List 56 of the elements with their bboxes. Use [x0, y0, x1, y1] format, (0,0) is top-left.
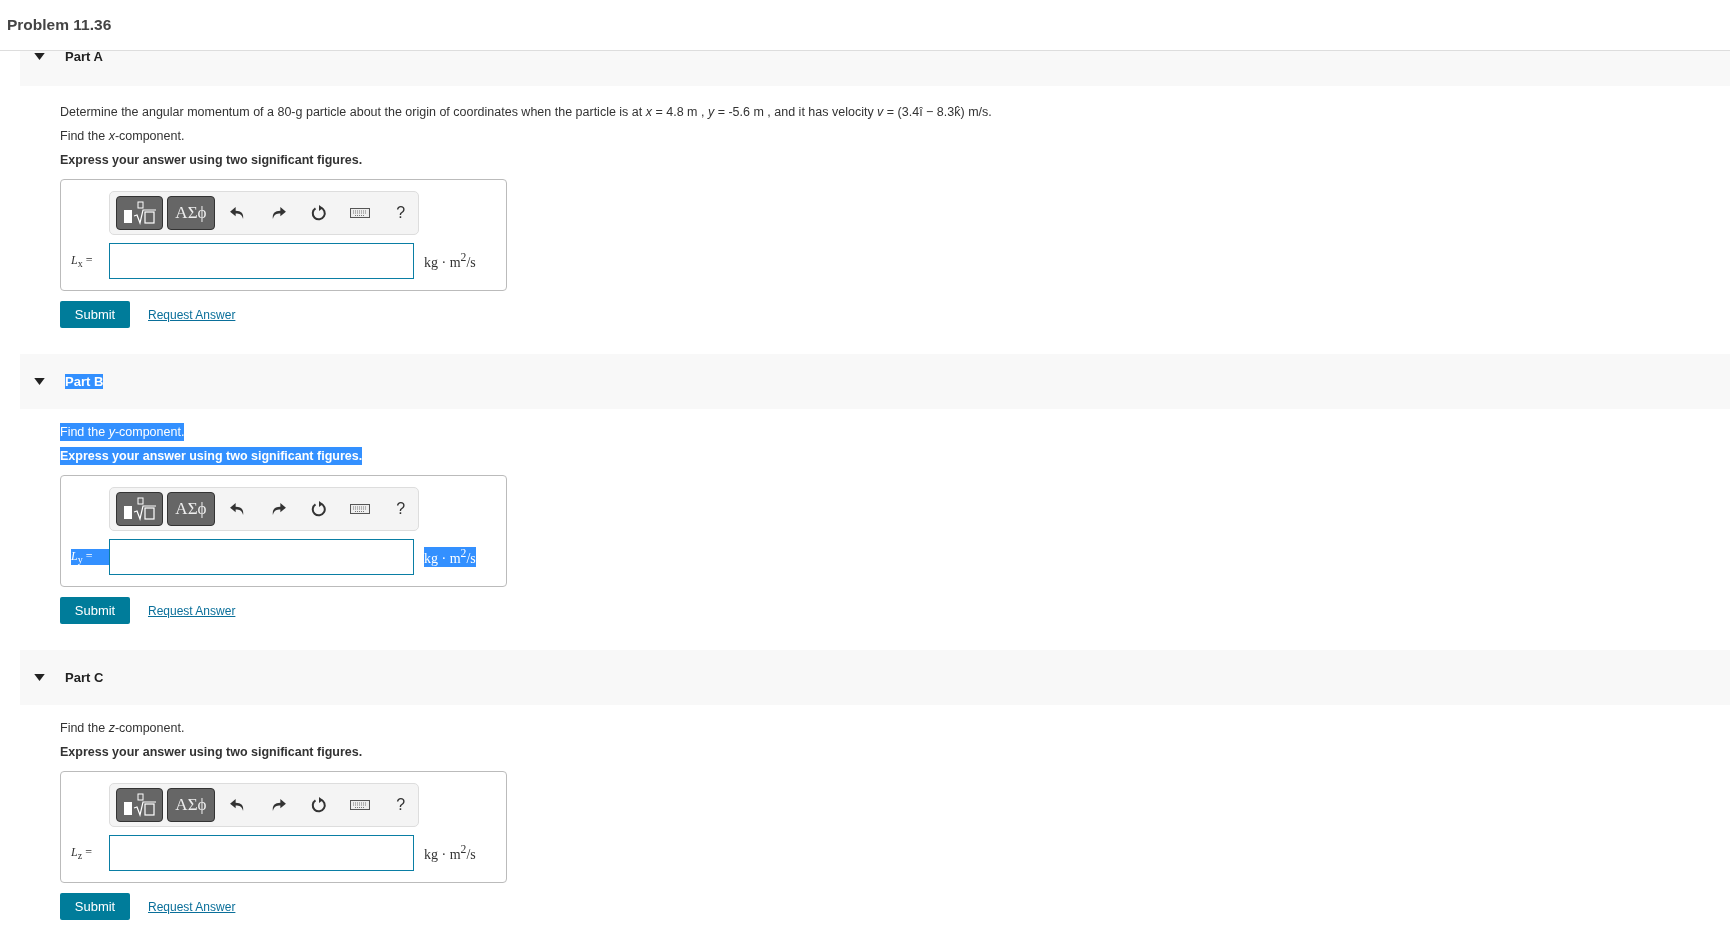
answer-label: L$_{y}$ = — [71, 548, 109, 566]
templates-button[interactable] — [116, 788, 164, 822]
unit-label: kg · m$^{2}$/s — [424, 251, 476, 271]
templates-button[interactable] — [116, 196, 164, 230]
redo-icon — [271, 502, 287, 516]
submit-button[interactable]: Submit — [60, 597, 130, 624]
part-title: Part B — [65, 374, 104, 389]
keyboard-icon — [349, 800, 370, 810]
root-template-icon — [122, 201, 157, 225]
unit-label: kg · m$^{2}$/s — [424, 843, 476, 863]
help-button[interactable]: ? — [383, 790, 418, 820]
reset-icon — [311, 501, 328, 517]
part-header[interactable]: Part A — [20, 51, 1730, 86]
symbols-button[interactable]: ΑΣϕ — [167, 196, 215, 230]
undo-icon — [230, 206, 246, 220]
answer-label: L$_{x}$ = — [71, 252, 94, 270]
request-answer-link[interactable]: Request Answer — [148, 899, 236, 914]
root-template-icon — [122, 793, 157, 817]
submit-button[interactable]: Submit — [60, 893, 130, 920]
answer-field[interactable] — [109, 835, 414, 871]
collapse-caret-icon — [34, 674, 45, 681]
part-header[interactable]: Part B — [20, 354, 1730, 409]
reset-icon — [311, 205, 328, 221]
symbols-button[interactable]: ΑΣϕ — [167, 492, 215, 526]
answer-instruction: Express your answer using two significant figures. — [60, 152, 363, 169]
part-title: Part A — [65, 49, 103, 64]
symbols-button[interactable]: ΑΣϕ — [167, 788, 215, 822]
root-template-icon — [122, 497, 157, 521]
question-prompt: Find the y-component. — [60, 423, 185, 441]
request-answer-link[interactable]: Request Answer — [148, 603, 236, 618]
request-answer-link[interactable]: Request Answer — [148, 307, 236, 322]
problem-statement: Determine the angular momentum of a 80-g particle about the origin of coordinates when the particle is at x = 4.8 m , y = -5.6 m , and it has velocity v = (3.4î − 8.3k̂) m/s. — [60, 104, 992, 121]
help-button[interactable]: ? — [383, 198, 418, 228]
reset-icon — [311, 797, 328, 813]
answer-field[interactable] — [109, 539, 414, 575]
collapse-caret-icon — [34, 378, 45, 385]
undo-icon — [230, 798, 246, 812]
part-title: Part C — [65, 670, 104, 685]
answer-field[interactable] — [109, 243, 414, 279]
answer-instruction: Express your answer using two significant figures. — [60, 744, 363, 761]
submit-button[interactable]: Submit — [60, 301, 130, 328]
collapse-caret-icon — [34, 53, 45, 60]
templates-button[interactable] — [116, 492, 164, 526]
keyboard-icon — [349, 208, 370, 218]
answer-instruction: Express your answer using two significant figures. — [60, 447, 363, 465]
part-header[interactable]: Part C — [20, 650, 1730, 705]
help-button[interactable]: ? — [383, 494, 418, 524]
question-prompt: Find the z-component. — [60, 720, 185, 737]
redo-icon — [271, 798, 287, 812]
page-title: Problem 11.36 — [7, 16, 112, 34]
question-prompt: Find the x-component. — [60, 128, 185, 145]
undo-icon — [230, 502, 246, 516]
keyboard-icon — [349, 504, 370, 514]
unit-label: kg · m$^{2}$/s — [424, 547, 476, 567]
redo-icon — [271, 206, 287, 220]
answer-label: L$_{z}$ = — [71, 844, 93, 862]
